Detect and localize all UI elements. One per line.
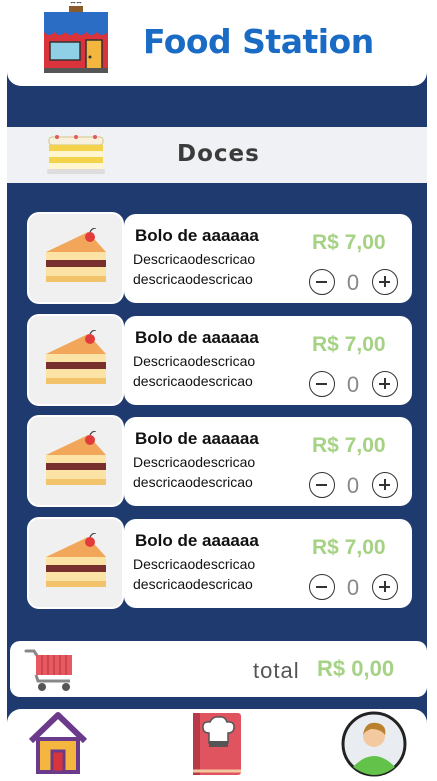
- product-price: R$ 7,00: [312, 536, 386, 559]
- product-description-line: Descricaodescricao: [133, 556, 256, 572]
- product-description: Descricaodescricao descricaodescricao: [133, 554, 293, 594]
- user-avatar-icon[interactable]: [341, 711, 407, 777]
- store-icon: [44, 2, 108, 73]
- product-item[interactable]: Bolo de aaaaaa Descricaodescricao descri…: [27, 517, 413, 609]
- cake-slice-icon: [46, 330, 106, 384]
- category-title: Doces: [177, 141, 260, 167]
- decrease-quantity-button[interactable]: [309, 472, 335, 498]
- increase-quantity-button[interactable]: [372, 269, 398, 295]
- app-frame: Food Station Doces Bolo de aaaaaa Descri…: [7, 0, 427, 781]
- app-title: Food Station: [143, 22, 374, 61]
- quantity-value: 0: [346, 575, 360, 600]
- decrease-quantity-button[interactable]: [309, 371, 335, 397]
- product-description: Descricaodescricao descricaodescricao: [133, 351, 293, 391]
- product-thumbnail: [27, 415, 124, 507]
- product-price: R$ 7,00: [312, 333, 386, 356]
- product-description-line: descricaodescricao: [133, 271, 253, 287]
- product-description: Descricaodescricao descricaodescricao: [133, 249, 293, 289]
- quantity-value: 0: [346, 270, 360, 295]
- app-header: Food Station: [7, 0, 427, 86]
- product-card: Bolo de aaaaaa Descricaodescricao descri…: [124, 519, 412, 608]
- cake-slice-icon: [46, 228, 106, 282]
- product-item[interactable]: Bolo de aaaaaa Descricaodescricao descri…: [27, 415, 413, 507]
- product-thumbnail: [27, 212, 124, 304]
- decrease-quantity-button[interactable]: [309, 269, 335, 295]
- product-description-line: Descricaodescricao: [133, 251, 256, 267]
- home-icon[interactable]: [25, 711, 91, 775]
- increase-quantity-button[interactable]: [372, 371, 398, 397]
- product-thumbnail: [27, 314, 124, 406]
- increase-quantity-button[interactable]: [372, 472, 398, 498]
- product-card: Bolo de aaaaaa Descricaodescricao descri…: [124, 417, 412, 506]
- product-name: Bolo de aaaaaa: [135, 226, 259, 245]
- total-value: R$ 0,00: [317, 656, 395, 681]
- product-description-line: Descricaodescricao: [133, 353, 256, 369]
- quantity-value: 0: [346, 372, 360, 397]
- product-price: R$ 7,00: [312, 231, 386, 254]
- product-name: Bolo de aaaaaa: [135, 429, 259, 448]
- decrease-quantity-button[interactable]: [309, 574, 335, 600]
- quantity-value: 0: [346, 473, 360, 498]
- product-price: R$ 7,00: [312, 434, 386, 457]
- increase-quantity-button[interactable]: [372, 574, 398, 600]
- product-description-line: descricaodescricao: [133, 576, 253, 592]
- product-item[interactable]: Bolo de aaaaaa Descricaodescricao descri…: [27, 314, 413, 406]
- product-card: Bolo de aaaaaa Descricaodescricao descri…: [124, 214, 412, 303]
- shopping-cart-icon[interactable]: [24, 647, 76, 693]
- total-label: total: [253, 658, 300, 683]
- product-description-line: descricaodescricao: [133, 474, 253, 490]
- product-card: Bolo de aaaaaa Descricaodescricao descri…: [124, 316, 412, 405]
- recipe-book-icon[interactable]: [189, 711, 245, 777]
- product-description-line: descricaodescricao: [133, 373, 253, 389]
- category-header: Doces: [7, 127, 427, 183]
- cart-total-bar[interactable]: total R$ 0,00: [10, 641, 427, 697]
- bottom-navigation: [7, 709, 427, 781]
- product-name: Bolo de aaaaaa: [135, 531, 259, 550]
- product-description-line: Descricaodescricao: [133, 454, 256, 470]
- product-item[interactable]: Bolo de aaaaaa Descricaodescricao descri…: [27, 212, 413, 304]
- cake-slice-icon: [46, 533, 106, 587]
- cake-slice-icon: [46, 431, 106, 485]
- product-description: Descricaodescricao descricaodescricao: [133, 452, 293, 492]
- layer-cake-icon: [47, 135, 105, 174]
- product-thumbnail: [27, 517, 124, 609]
- product-name: Bolo de aaaaaa: [135, 328, 259, 347]
